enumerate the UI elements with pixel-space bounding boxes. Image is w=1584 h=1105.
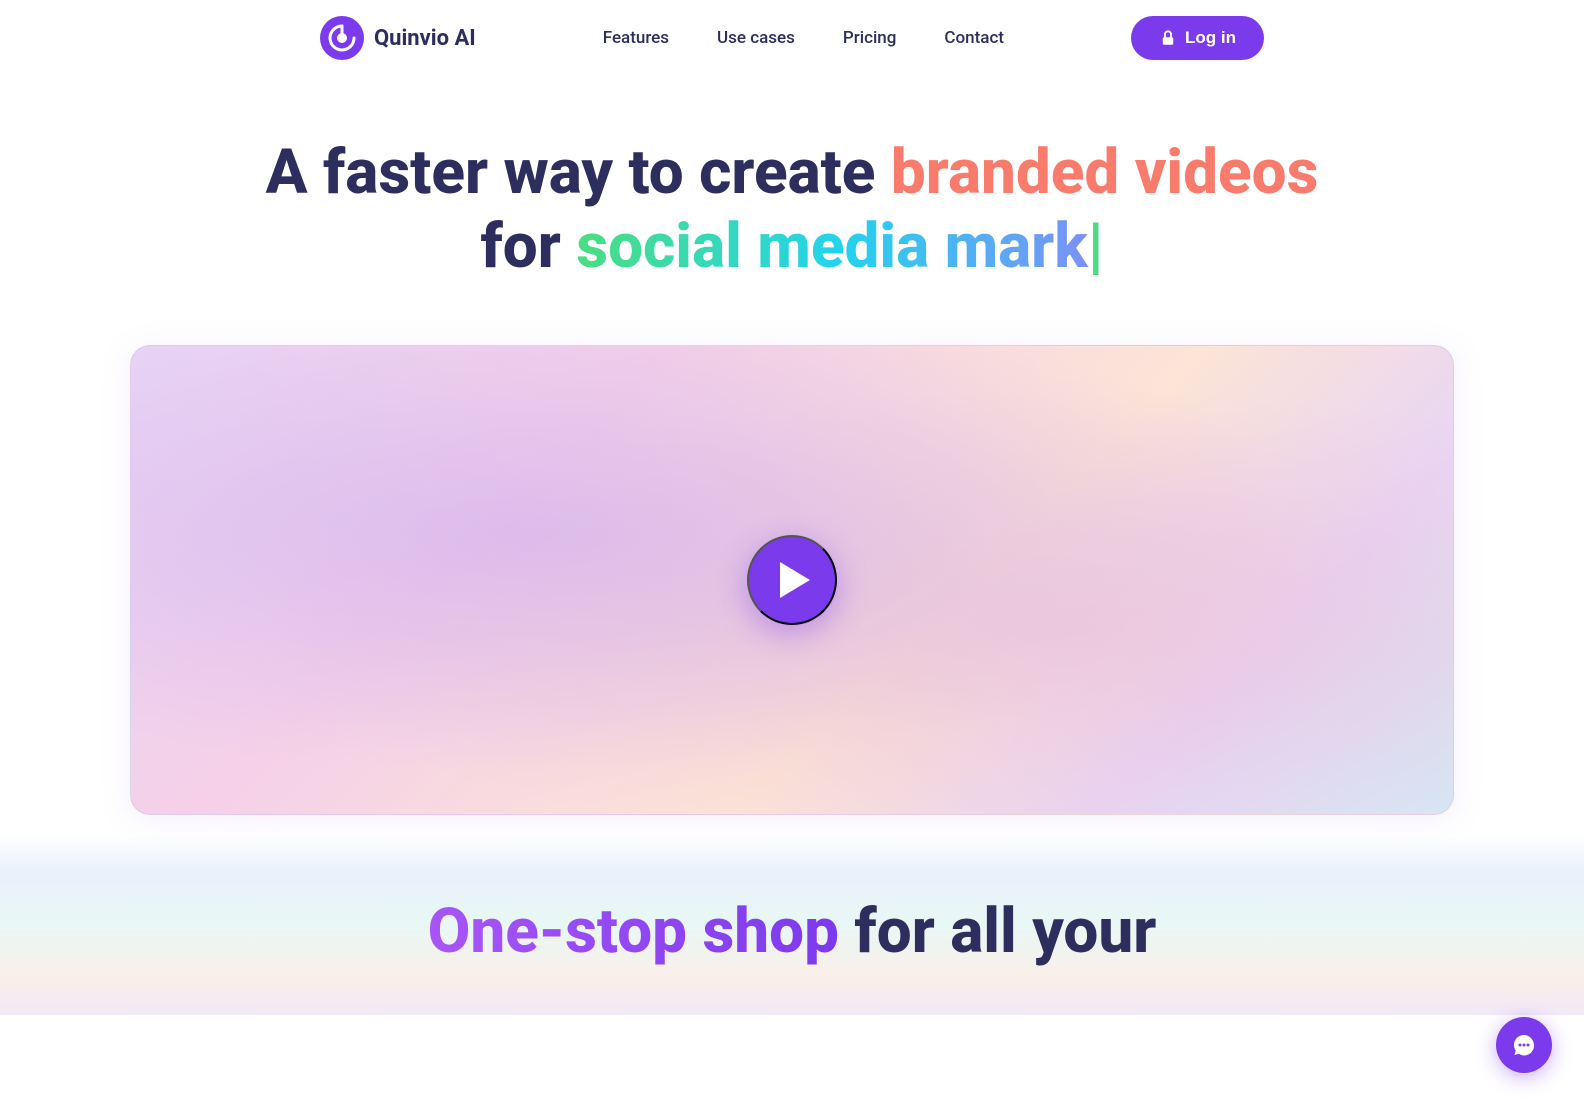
bottom-title-static: for all your (839, 895, 1156, 968)
nav-links: Features Use cases Pricing Contact (603, 28, 1004, 48)
play-button[interactable] (747, 535, 837, 625)
login-label: Log in (1185, 28, 1236, 48)
hero-title-for: for (480, 210, 576, 283)
hero-title-line2: for social media mark| (200, 210, 1384, 284)
hero-title-branded: branded videos (891, 136, 1319, 209)
chat-bubble-button[interactable] (1496, 1017, 1552, 1073)
nav-link-pricing[interactable]: Pricing (843, 28, 897, 48)
logo-icon (320, 16, 364, 60)
video-container (130, 345, 1454, 815)
login-button[interactable]: Log in (1131, 16, 1264, 60)
navbar: Quinvio AI Features Use cases Pricing Co… (0, 0, 1584, 76)
cursor: | (1088, 210, 1104, 283)
hero-section: A faster way to create branded videos fo… (0, 76, 1584, 325)
chat-icon (1511, 1032, 1537, 1058)
play-icon (780, 562, 810, 598)
nav-link-features[interactable]: Features (603, 28, 669, 48)
nav-link-contact[interactable]: Contact (944, 28, 1004, 48)
bottom-title-highlight: One-stop shop (428, 895, 839, 968)
logo-text: Quinvio AI (374, 26, 476, 51)
hero-title-line1: A faster way to create branded videos (200, 136, 1384, 210)
logo-area[interactable]: Quinvio AI (320, 16, 476, 60)
hero-title: A faster way to create branded videos fo… (200, 136, 1384, 285)
hero-title-social: social media mark| (576, 210, 1103, 283)
hero-title-line1-static: A faster way to create (266, 136, 891, 209)
bottom-title: One-stop shop for all your (200, 895, 1384, 969)
lock-icon (1159, 29, 1177, 47)
nav-link-use-cases[interactable]: Use cases (717, 28, 795, 48)
bottom-section: One-stop shop for all your (0, 835, 1584, 1015)
